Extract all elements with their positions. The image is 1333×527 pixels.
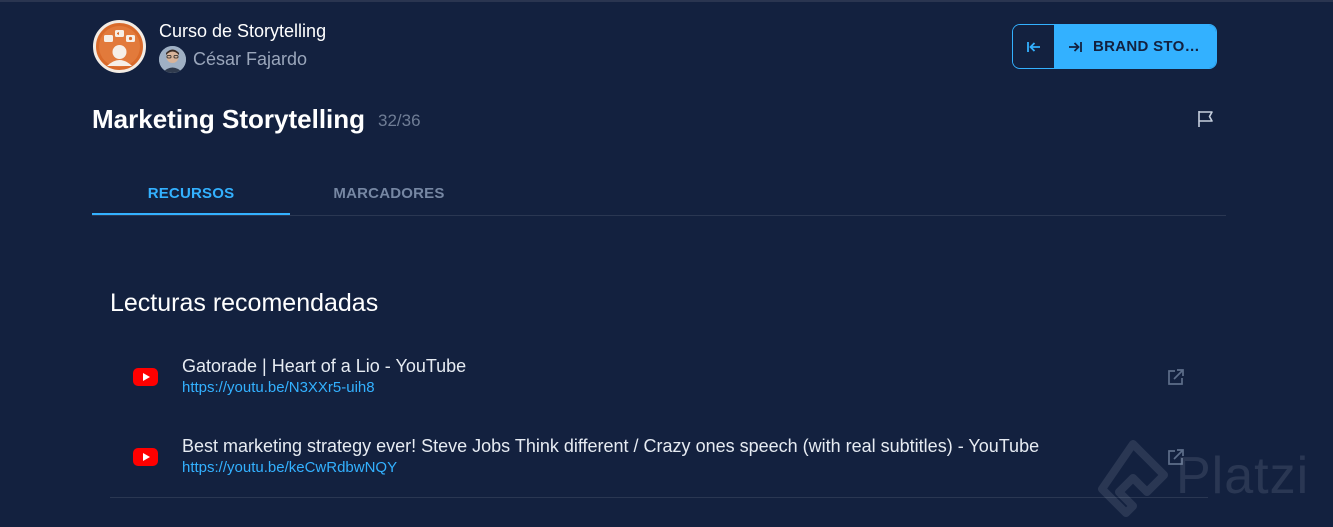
platzi-watermark: Platzi (1098, 440, 1333, 522)
resource-tabs: RECURSOS MARCADORES (92, 180, 1226, 216)
resource-link[interactable]: https://youtu.be/N3XXr5-uih8 (182, 379, 375, 396)
resource-link[interactable]: https://youtu.be/keCwRdbwNQY (182, 459, 397, 476)
tab-recursos[interactable]: RECURSOS (92, 180, 290, 215)
resource-item[interactable]: Best marketing strategy ever! Steve Jobs… (110, 434, 1208, 492)
resource-title[interactable]: Best marketing strategy ever! Steve Jobs… (182, 436, 1039, 457)
previous-class-button[interactable] (1013, 25, 1055, 68)
teacher-name[interactable]: César Fajardo (193, 49, 307, 70)
tab-marcadores[interactable]: MARCADORES (290, 180, 488, 215)
resource-item[interactable]: Gatorade | Heart of a Lio - YouTube http… (110, 354, 1208, 412)
next-class-label: BRAND STO… (1093, 38, 1200, 55)
youtube-icon (133, 368, 158, 386)
watermark-text: Platzi (1176, 447, 1310, 505)
resource-title[interactable]: Gatorade | Heart of a Lio - YouTube (182, 356, 466, 377)
platzi-logo-icon (1098, 440, 1168, 517)
course-badge-icon[interactable] (93, 20, 146, 73)
external-link-icon[interactable] (1166, 367, 1186, 387)
arrow-left-to-bar-icon (1026, 41, 1040, 52)
arrow-right-to-bar-icon (1069, 41, 1082, 52)
class-title: Marketing Storytelling (92, 104, 366, 134)
class-progress-count: 32/36 (378, 111, 421, 130)
top-border (0, 0, 1333, 2)
youtube-icon (133, 448, 158, 466)
section-title: Lecturas recomendadas (110, 289, 379, 317)
flag-icon[interactable] (1196, 109, 1216, 129)
course-title[interactable]: Curso de Storytelling (159, 21, 326, 42)
section-divider (110, 497, 1208, 498)
next-class-button[interactable]: BRAND STO… (1055, 25, 1216, 68)
teacher-avatar (159, 46, 186, 73)
class-navigation: BRAND STO… (1012, 24, 1217, 69)
